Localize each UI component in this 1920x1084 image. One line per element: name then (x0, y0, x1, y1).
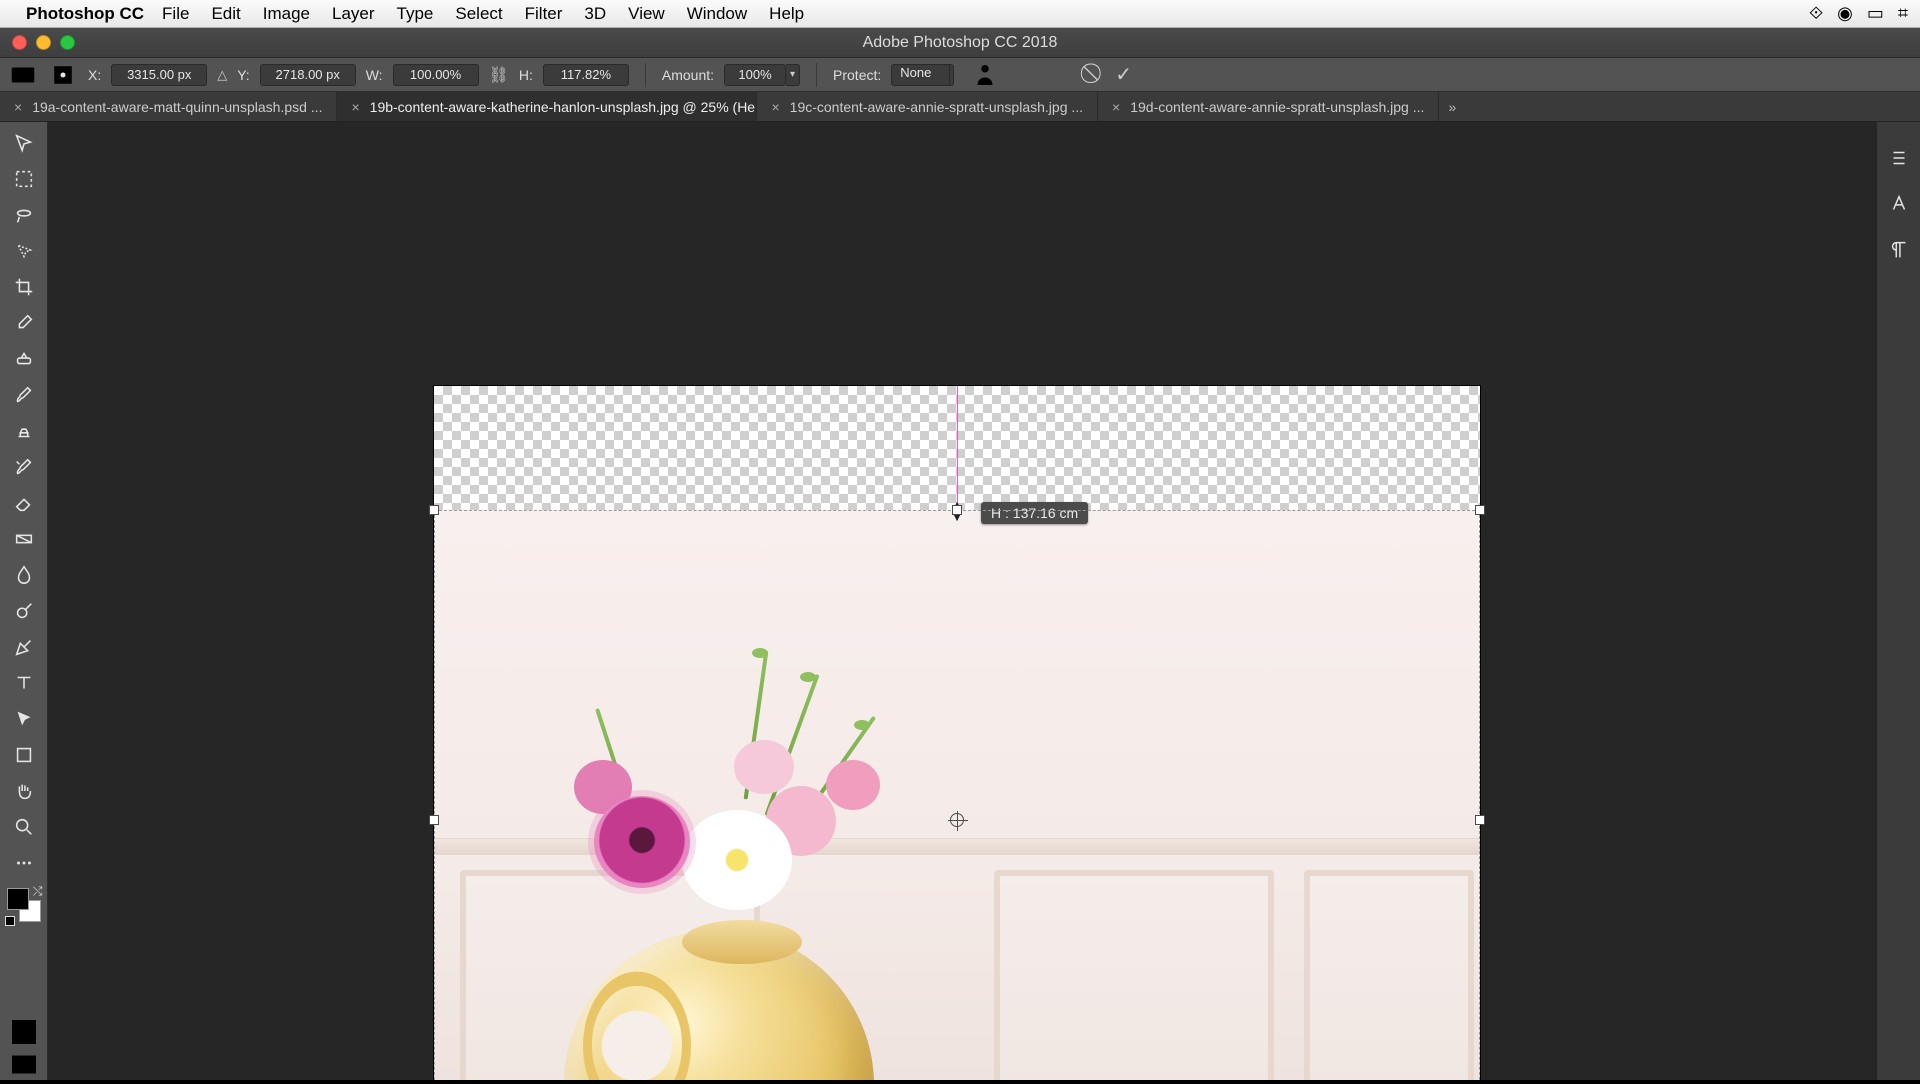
document-tab[interactable]: × 19d-content-aware-annie-spratt-unsplas… (1098, 92, 1439, 121)
resize-cursor-icon: ▲▼ (949, 502, 965, 522)
amount-dropdown[interactable]: ▾ (786, 64, 800, 86)
y-label: Y: (237, 67, 249, 83)
menu-select[interactable]: Select (455, 4, 502, 24)
menu-view[interactable]: View (628, 4, 665, 24)
paragraph-panel-icon[interactable] (1885, 236, 1913, 264)
type-tool-icon[interactable] (6, 668, 42, 698)
options-bar: X: △ Y: W: ⛓ H: Amount: ▾ Protect: None … (0, 58, 1920, 92)
image-content (434, 510, 1480, 1080)
reference-point-icon[interactable] (48, 63, 78, 87)
tab-label: 19d-content-aware-annie-spratt-unsplash.… (1130, 99, 1424, 115)
cc-sync-icon[interactable]: ◉ (1837, 3, 1853, 24)
foreground-color-swatch[interactable] (7, 888, 29, 910)
edit-toolbar-icon[interactable] (6, 848, 42, 878)
x-label: X: (88, 67, 101, 83)
status-icon[interactable]: ⌗ (1898, 3, 1908, 24)
menubar-right-icons: ⟐ ◉ ▭ ⌗ (1809, 3, 1908, 24)
hand-tool-icon[interactable] (6, 776, 42, 806)
display-icon[interactable]: ▭ (1867, 3, 1884, 24)
quick-mask-icon[interactable] (6, 1018, 42, 1046)
w-field[interactable] (393, 64, 479, 86)
zoom-tool-icon[interactable] (6, 812, 42, 842)
tools-panel: ⤭ (0, 122, 48, 1080)
link-aspect-icon[interactable]: ⛓ (489, 65, 509, 85)
default-colors-icon[interactable] (5, 916, 15, 926)
quick-select-tool-icon[interactable] (6, 236, 42, 266)
zoom-window-button[interactable] (60, 35, 75, 50)
h-label: H: (519, 67, 533, 83)
properties-panel-icon[interactable] (1885, 144, 1913, 172)
brush-tool-icon[interactable] (6, 380, 42, 410)
triangle-icon[interactable]: △ (217, 67, 227, 83)
x-field[interactable] (111, 64, 207, 86)
healing-brush-tool-icon[interactable] (6, 344, 42, 374)
close-icon[interactable]: × (14, 99, 22, 115)
h-field[interactable] (543, 64, 629, 86)
document-canvas[interactable]: ▲▼ H : 137.16 cm (434, 386, 1480, 1080)
document-tab[interactable]: × 19c-content-aware-annie-spratt-unsplas… (757, 92, 1098, 121)
marquee-tool-icon[interactable] (6, 164, 42, 194)
right-panel-dock (1876, 122, 1920, 1080)
w-label: W: (366, 67, 383, 83)
canvas-area[interactable]: ▲▼ H : 137.16 cm (48, 122, 1876, 1080)
menu-type[interactable]: Type (397, 4, 434, 24)
color-swatches[interactable]: ⤭ (7, 888, 41, 922)
window-title: Adobe Photoshop CC 2018 (0, 34, 1920, 52)
menu-file[interactable]: File (162, 4, 189, 24)
menu-3d[interactable]: 3D (584, 4, 606, 24)
character-panel-icon[interactable] (1885, 190, 1913, 218)
mac-menubar: Photoshop CC File Edit Image Layer Type … (0, 0, 1920, 28)
window-controls (12, 35, 75, 50)
path-select-tool-icon[interactable] (6, 704, 42, 734)
menu-window[interactable]: Window (687, 4, 747, 24)
close-window-button[interactable] (12, 35, 27, 50)
swap-colors-icon[interactable]: ⤭ (33, 884, 43, 899)
dropbox-icon[interactable]: ⟐ (1809, 3, 1823, 24)
crop-tool-icon[interactable] (6, 272, 42, 302)
menu-image[interactable]: Image (263, 4, 310, 24)
app-name[interactable]: Photoshop CC (26, 4, 144, 24)
menu-layer[interactable]: Layer (332, 4, 375, 24)
move-tool-icon[interactable] (6, 128, 42, 158)
tab-label: 19c-content-aware-annie-spratt-unsplash.… (790, 99, 1083, 115)
eyedropper-tool-icon[interactable] (6, 308, 42, 338)
menu-filter[interactable]: Filter (525, 4, 563, 24)
clone-stamp-tool-icon[interactable] (6, 416, 42, 446)
tool-preset-icon[interactable] (8, 63, 38, 87)
pen-tool-icon[interactable] (6, 632, 42, 662)
protect-label: Protect: (833, 67, 881, 83)
close-icon[interactable]: × (351, 99, 359, 115)
document-tabs: × 19a-content-aware-matt-quinn-unsplash.… (0, 92, 1920, 122)
dodge-tool-icon[interactable] (6, 596, 42, 626)
gradient-tool-icon[interactable] (6, 524, 42, 554)
menu-edit[interactable]: Edit (211, 4, 240, 24)
minimize-window-button[interactable] (36, 35, 51, 50)
window-titlebar: Adobe Photoshop CC 2018 (0, 28, 1920, 58)
commit-transform-icon[interactable]: ✓ (1115, 62, 1132, 87)
screen-mode-icon[interactable] (6, 1052, 42, 1080)
amount-label: Amount: (662, 67, 714, 83)
y-field[interactable] (260, 64, 356, 86)
tab-label: 19b-content-aware-katherine-hanlon-unspl… (370, 99, 758, 115)
menu-help[interactable]: Help (769, 4, 804, 24)
protect-skin-icon[interactable] (970, 63, 1000, 87)
transform-measure-tooltip: H : 137.16 cm (981, 502, 1088, 524)
protect-select[interactable]: None (891, 64, 950, 86)
close-icon[interactable]: × (1112, 99, 1120, 115)
tabs-overflow-icon[interactable]: » (1439, 92, 1465, 121)
tab-label: 19a-content-aware-matt-quinn-unsplash.ps… (32, 99, 322, 115)
shape-tool-icon[interactable] (6, 740, 42, 770)
document-tab[interactable]: × 19a-content-aware-matt-quinn-unsplash.… (0, 92, 337, 121)
amount-field[interactable] (724, 64, 786, 86)
history-brush-tool-icon[interactable] (6, 452, 42, 482)
blur-tool-icon[interactable] (6, 560, 42, 590)
document-tab[interactable]: × 19b-content-aware-katherine-hanlon-uns… (337, 92, 757, 121)
eraser-tool-icon[interactable] (6, 488, 42, 518)
app-window: Adobe Photoshop CC 2018 X: △ Y: W: ⛓ H: … (0, 28, 1920, 1080)
close-icon[interactable]: × (771, 99, 779, 115)
lasso-tool-icon[interactable] (6, 200, 42, 230)
